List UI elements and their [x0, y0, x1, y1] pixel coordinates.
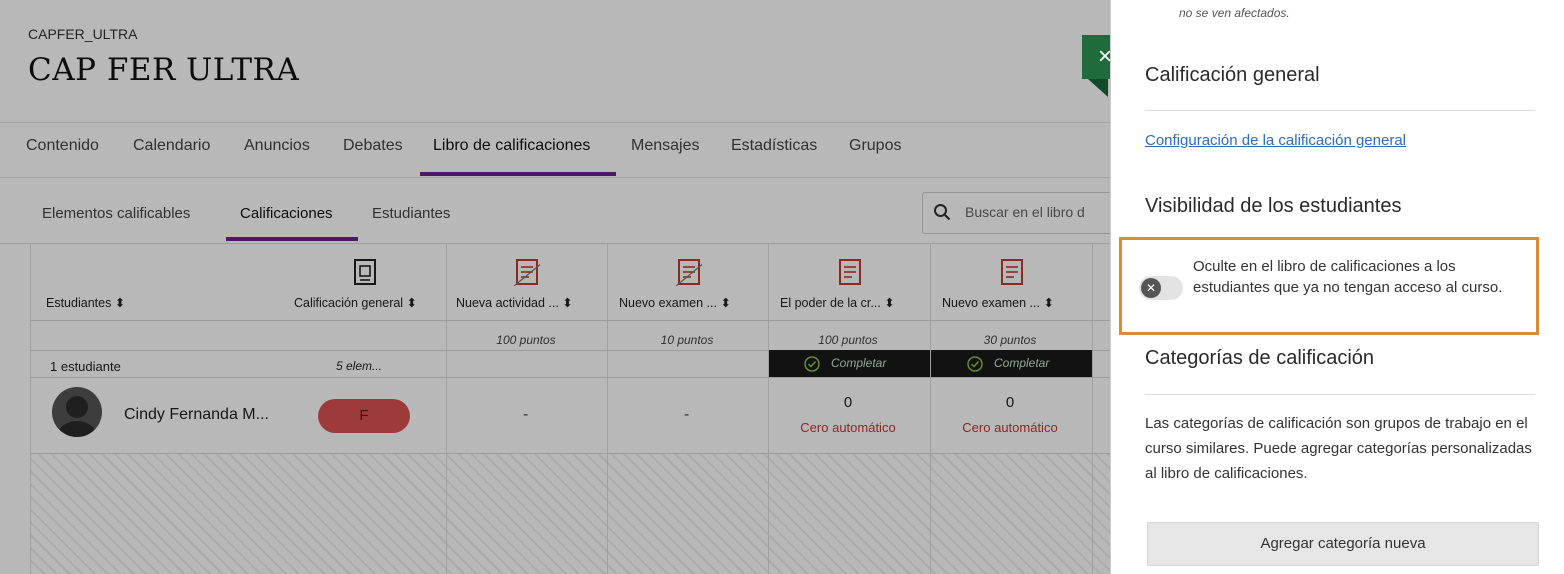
gradebook-page: CAPFER_ULTRA CAP FER ULTRA Contenido Cal… — [0, 0, 1110, 574]
hide-inactive-students-toggle[interactable]: ✕ — [1139, 276, 1183, 300]
overall-grade-settings-link[interactable]: Configuración de la calificación general — [1145, 132, 1406, 149]
divider — [1145, 394, 1535, 395]
add-category-button[interactable]: Agregar categoría nueva — [1147, 522, 1539, 566]
grade-categories-heading: Categorías de calificación — [1145, 347, 1375, 369]
overall-grade-heading: Calificación general — [1145, 64, 1320, 86]
hide-inactive-students-label: Oculte en el libro de calificaciones a l… — [1193, 258, 1503, 296]
gradebook-settings-panel: no se ven afectados. Calificación genera… — [1110, 0, 1564, 574]
close-button-tab-shadow — [1088, 79, 1108, 97]
panel-top-note: no se ven afectados. — [1179, 6, 1290, 20]
student-visibility-heading: Visibilidad de los estudiantes — [1145, 195, 1402, 217]
divider — [1145, 110, 1535, 111]
toggle-off-icon: ✕ — [1141, 278, 1161, 298]
grade-categories-description: Las categorías de calificación son grupo… — [1145, 415, 1532, 482]
modal-backdrop[interactable] — [0, 0, 1110, 574]
